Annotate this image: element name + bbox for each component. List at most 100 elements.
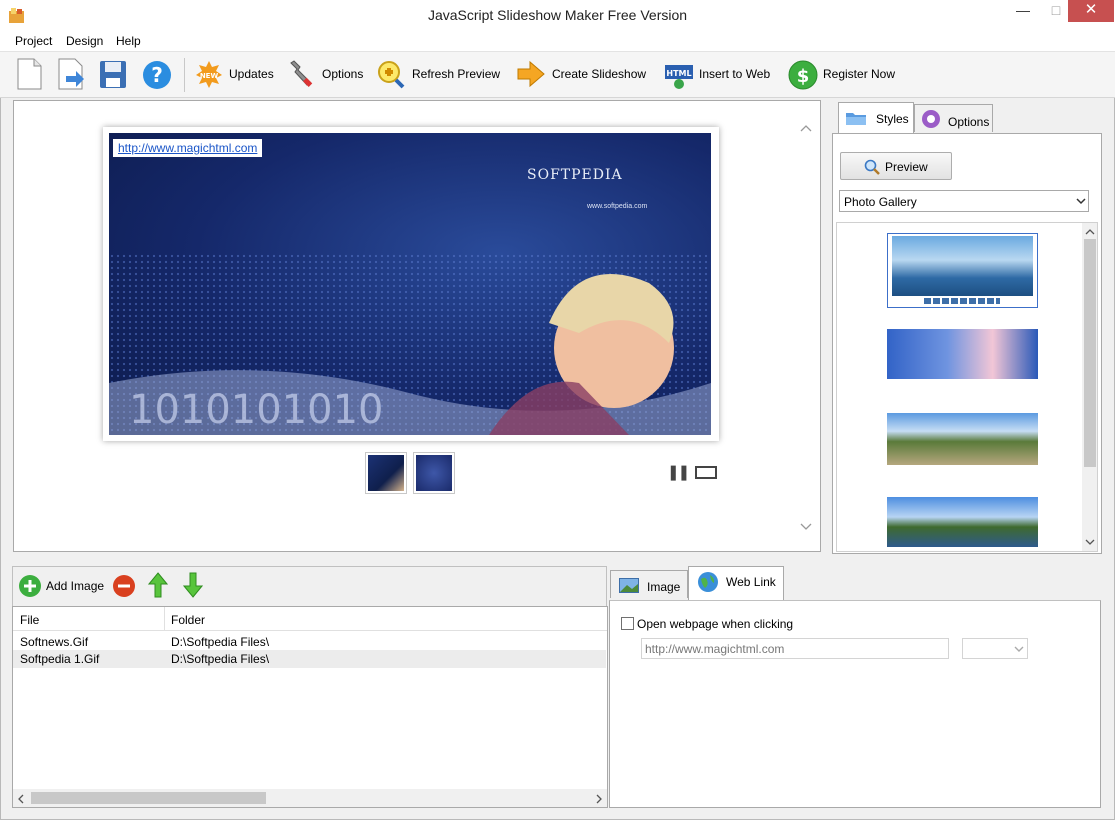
scroll-thumb[interactable] bbox=[31, 792, 266, 804]
slide-link[interactable]: http://www.magichtml.com bbox=[118, 141, 257, 155]
style-thumb-4[interactable] bbox=[887, 485, 1038, 551]
row-folder: D:\Softpedia Files\ bbox=[171, 635, 270, 649]
tab-image-label: Image bbox=[647, 580, 681, 594]
save-icon[interactable] bbox=[98, 58, 128, 90]
dollar-icon[interactable]: $ bbox=[788, 58, 818, 90]
svg-text:$: $ bbox=[797, 66, 810, 87]
web-link-tab-content: Open webpage when clicking http://www.ma… bbox=[609, 600, 1101, 808]
style-thumb-2[interactable] bbox=[887, 317, 1038, 392]
updates-button[interactable]: Updates bbox=[229, 67, 274, 81]
create-slideshow-icon[interactable] bbox=[516, 58, 546, 90]
style-gallery-scrollbar[interactable] bbox=[1082, 223, 1097, 551]
svg-text:HTML: HTML bbox=[666, 69, 691, 78]
title-bar: JavaScript Slideshow Maker Free Version … bbox=[0, 0, 1115, 31]
refresh-preview-button[interactable]: Refresh Preview bbox=[412, 67, 500, 81]
slide-link-box: http://www.magichtml.com bbox=[113, 139, 263, 157]
open-webpage-checkbox[interactable] bbox=[621, 617, 634, 630]
toolbar-separator bbox=[184, 58, 185, 92]
scroll-thumb[interactable] bbox=[1084, 239, 1096, 467]
options-button[interactable]: Options bbox=[322, 67, 363, 81]
url-field[interactable]: http://www.magichtml.com bbox=[641, 638, 949, 659]
watermark-title: SOFTPEDIA bbox=[527, 167, 623, 183]
wrench-icon[interactable] bbox=[285, 58, 315, 90]
svg-text:NEW: NEW bbox=[200, 72, 219, 80]
image-list-hscrollbar[interactable] bbox=[13, 789, 607, 807]
row-file: Softpedia 1.Gif bbox=[20, 652, 100, 666]
move-down-icon[interactable] bbox=[183, 572, 203, 598]
folder-icon bbox=[846, 113, 866, 125]
scroll-left-icon[interactable] bbox=[17, 794, 24, 804]
scroll-down-icon[interactable] bbox=[800, 522, 812, 532]
add-icon[interactable] bbox=[18, 574, 42, 598]
refresh-preview-icon[interactable] bbox=[376, 58, 406, 90]
image-icon bbox=[619, 578, 639, 593]
watermark-url: www.softpedia.com bbox=[587, 203, 648, 210]
url-field-value: http://www.magichtml.com bbox=[645, 642, 785, 656]
style-thumb-3[interactable] bbox=[887, 401, 1038, 476]
style-thumb-1[interactable] bbox=[887, 233, 1038, 308]
column-file[interactable]: File bbox=[20, 613, 39, 627]
slide-frame: 1010101010 SOFTPEDIA www.softpedia.com h… bbox=[103, 127, 719, 441]
scroll-up-icon[interactable] bbox=[800, 123, 812, 133]
table-row[interactable]: Softpedia 1.Gif D:\Softpedia Files\ bbox=[13, 650, 606, 668]
menu-design[interactable]: Design bbox=[66, 34, 103, 48]
fullscreen-icon[interactable] bbox=[695, 466, 717, 479]
target-select[interactable] bbox=[962, 638, 1028, 659]
help-icon[interactable]: ? bbox=[142, 58, 172, 90]
tab-styles-label: Styles bbox=[876, 112, 909, 126]
insert-to-web-icon[interactable]: HTML bbox=[664, 58, 694, 90]
register-now-button[interactable]: Register Now bbox=[823, 67, 895, 81]
move-up-icon[interactable] bbox=[148, 572, 168, 598]
scroll-up-icon[interactable] bbox=[1085, 228, 1095, 235]
tab-web-link[interactable]: Web Link bbox=[688, 566, 784, 601]
tab-options-label: Options bbox=[948, 115, 990, 129]
styles-tab-content: Preview Photo Gallery bbox=[832, 133, 1102, 554]
remove-icon[interactable] bbox=[112, 574, 136, 598]
thumbnail-1[interactable] bbox=[365, 452, 407, 494]
style-thumb-image bbox=[887, 329, 1038, 379]
style-select[interactable]: Photo Gallery bbox=[839, 190, 1089, 212]
style-thumb-image bbox=[887, 413, 1038, 465]
style-gallery bbox=[836, 222, 1098, 552]
style-thumb-image bbox=[887, 497, 1038, 547]
menu-project[interactable]: Project bbox=[15, 34, 52, 48]
tab-options[interactable]: Options bbox=[914, 104, 993, 132]
style-thumb-strip bbox=[924, 298, 1000, 304]
open-webpage-label[interactable]: Open webpage when clicking bbox=[637, 617, 793, 631]
image-list-header: File Folder bbox=[13, 607, 607, 631]
preview-button[interactable]: Preview bbox=[840, 152, 952, 180]
thumbnail-2[interactable] bbox=[413, 452, 455, 494]
add-image-button[interactable]: Add Image bbox=[46, 579, 104, 593]
create-slideshow-button[interactable]: Create Slideshow bbox=[552, 67, 646, 81]
svg-text:1010101010: 1010101010 bbox=[129, 387, 384, 433]
column-divider[interactable] bbox=[164, 607, 165, 631]
scroll-down-icon[interactable] bbox=[1085, 539, 1095, 546]
insert-to-web-button[interactable]: Insert to Web bbox=[699, 67, 770, 81]
preview-button-label: Preview bbox=[885, 160, 928, 174]
gear-icon bbox=[922, 110, 940, 128]
close-button[interactable]: ✕ bbox=[1068, 0, 1114, 22]
style-select-value: Photo Gallery bbox=[844, 195, 917, 209]
table-row[interactable]: Softnews.Gif D:\Softpedia Files\ bbox=[13, 633, 606, 651]
open-project-icon[interactable] bbox=[56, 58, 86, 90]
maximize-button[interactable]: □ bbox=[1044, 0, 1068, 22]
scroll-right-icon[interactable] bbox=[596, 794, 603, 804]
globe-icon bbox=[698, 572, 718, 592]
tab-web-link-label: Web Link bbox=[726, 575, 776, 589]
thumbnail-image bbox=[416, 455, 452, 491]
tab-image[interactable]: Image bbox=[610, 570, 688, 598]
image-list: File Folder Softnews.Gif D:\Softpedia Fi… bbox=[12, 606, 608, 808]
menu-bar: Project Design Help bbox=[0, 31, 1115, 52]
chevron-down-icon bbox=[1014, 646, 1024, 652]
new-project-icon[interactable] bbox=[14, 58, 44, 90]
minimize-button[interactable]: — bbox=[1002, 0, 1044, 22]
image-list-toolbar: Add Image bbox=[12, 566, 607, 606]
updates-icon[interactable]: NEW bbox=[194, 58, 224, 90]
tab-styles[interactable]: Styles bbox=[838, 102, 914, 133]
slide-image[interactable]: 1010101010 SOFTPEDIA www.softpedia.com h… bbox=[109, 133, 711, 435]
column-folder[interactable]: Folder bbox=[171, 613, 205, 627]
pause-icon[interactable]: ❚❚ bbox=[667, 463, 690, 481]
row-folder: D:\Softpedia Files\ bbox=[171, 652, 270, 666]
menu-help[interactable]: Help bbox=[116, 34, 141, 48]
svg-text:?: ? bbox=[151, 63, 163, 87]
